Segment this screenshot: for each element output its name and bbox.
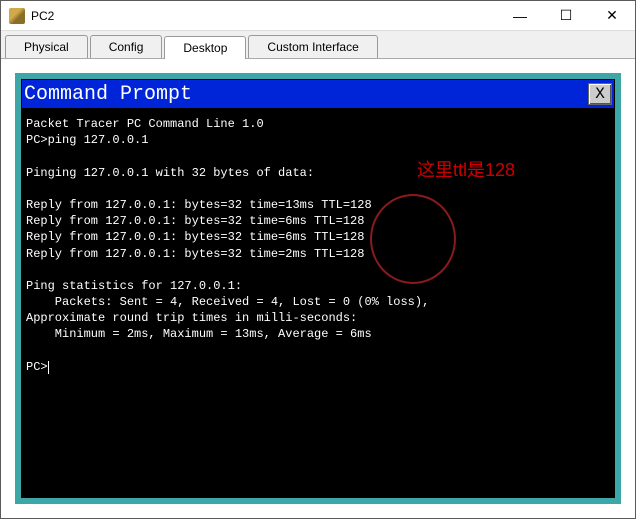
tab-bar: Physical Config Desktop Custom Interface — [1, 31, 635, 59]
maximize-button[interactable]: ☐ — [543, 1, 589, 31]
cmd-titlebar[interactable]: Command Prompt X — [22, 80, 614, 108]
cmd-line: Reply from 127.0.0.1: bytes=32 time=6ms … — [26, 230, 364, 244]
cmd-line: Pinging 127.0.0.1 with 32 bytes of data: — [26, 166, 314, 180]
window-titlebar: PC2 — ☐ ✕ — [1, 1, 635, 31]
tab-physical[interactable]: Physical — [5, 35, 88, 58]
cmd-line: PC>ping 127.0.0.1 — [26, 133, 148, 147]
cmd-line: Packet Tracer PC Command Line 1.0 — [26, 117, 264, 131]
minimize-button[interactable]: — — [497, 1, 543, 31]
app-icon — [9, 8, 25, 24]
cmd-line: Ping statistics for 127.0.0.1: — [26, 279, 242, 293]
cmd-line: Reply from 127.0.0.1: bytes=32 time=13ms… — [26, 198, 372, 212]
cmd-title: Command Prompt — [22, 83, 192, 106]
command-prompt-window: Command Prompt X Packet Tracer PC Comman… — [21, 79, 615, 498]
cmd-line: Minimum = 2ms, Maximum = 13ms, Average =… — [26, 327, 372, 341]
annotation-circle-icon — [370, 194, 456, 284]
window-title: PC2 — [31, 9, 54, 23]
tab-desktop[interactable]: Desktop — [164, 36, 246, 59]
desktop-frame: Command Prompt X Packet Tracer PC Comman… — [15, 73, 621, 504]
cmd-line: Reply from 127.0.0.1: bytes=32 time=6ms … — [26, 214, 364, 228]
main-area: Command Prompt X Packet Tracer PC Comman… — [1, 59, 635, 518]
cmd-line: Approximate round trip times in milli-se… — [26, 311, 357, 325]
cmd-body[interactable]: Packet Tracer PC Command Line 1.0 PC>pin… — [22, 108, 614, 497]
annotation-text: 这里ttl是128 — [417, 158, 515, 182]
tab-custom-interface[interactable]: Custom Interface — [248, 35, 377, 58]
cmd-prompt: PC> — [26, 360, 48, 374]
window-controls: — ☐ ✕ — [497, 1, 635, 31]
close-button[interactable]: ✕ — [589, 1, 635, 31]
cursor-icon — [48, 361, 49, 374]
cmd-line: Reply from 127.0.0.1: bytes=32 time=2ms … — [26, 247, 364, 261]
tab-config[interactable]: Config — [90, 35, 163, 58]
cmd-close-button[interactable]: X — [588, 83, 612, 105]
cmd-line: Packets: Sent = 4, Received = 4, Lost = … — [26, 295, 429, 309]
